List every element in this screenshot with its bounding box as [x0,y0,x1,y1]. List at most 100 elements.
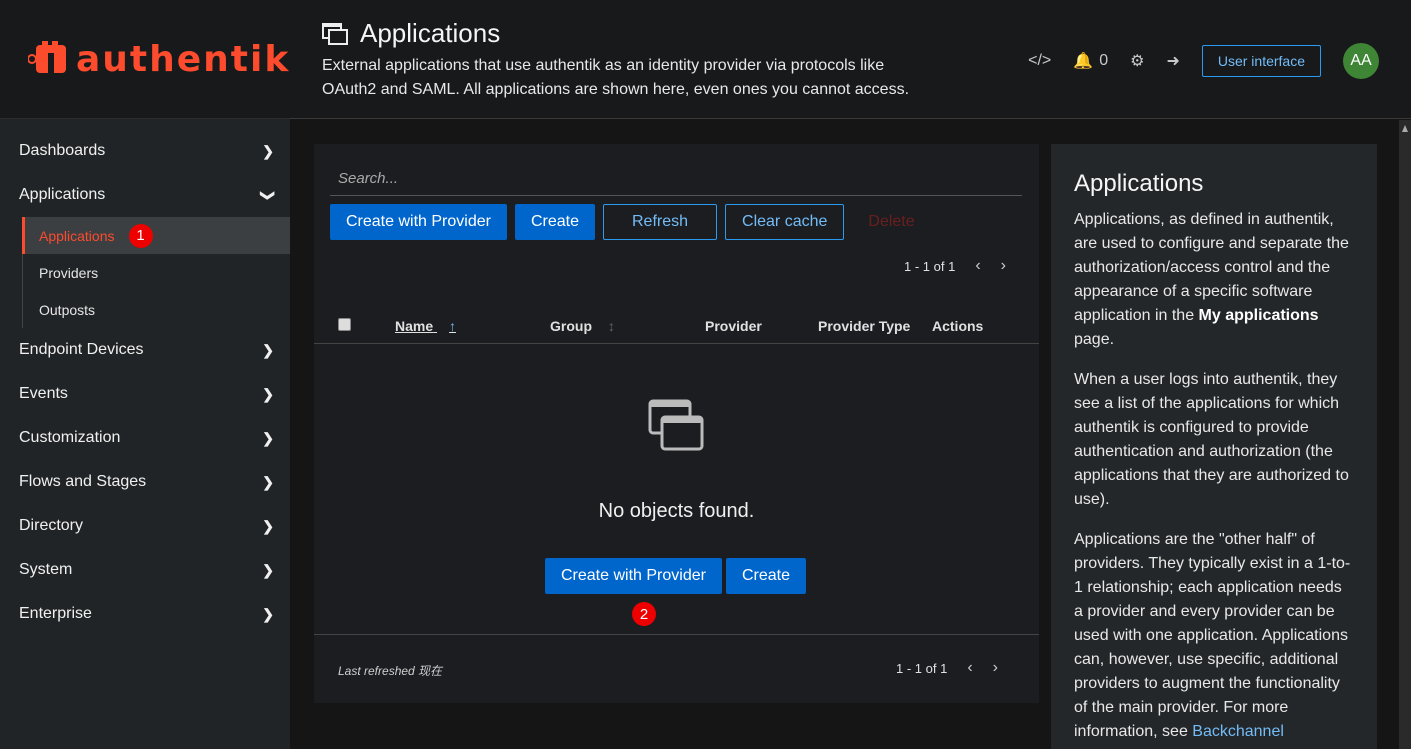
pagination-text: 1 - 1 of 1 [904,258,956,274]
sort-ascending-icon: ↑ [449,318,457,334]
brand-name: authentik [76,38,291,80]
empty-create-button[interactable]: Create [725,558,806,594]
pagination-top: 1 - 1 of 1 ‹ › [904,257,1006,275]
subnav-item-label: Providers [39,264,99,281]
help-paragraph: When a user logs into authentik, they se… [1074,371,1349,508]
chevron-right-icon: ❯ [262,605,274,622]
brand-logo: authentik [28,39,290,80]
column-name[interactable]: Name ↑ [395,318,456,334]
sidebar: authentik Dashboards ❯ Applications ❯ Ap… [0,0,290,749]
notifications-button[interactable]: 🔔 0 [1073,51,1108,71]
table-toolbar: Create with Provider Create Refresh Clea… [330,204,931,240]
header-tools: </> 🔔 0 ⚙ ➜ User interface AA [1028,43,1379,79]
annotation-badge: 2 [632,602,656,626]
column-label: Name [395,318,434,334]
help-paragraph: Applications are the "other half" of pro… [1074,528,1354,744]
chevron-right-icon: ❯ [262,517,274,534]
chevron-right-icon: ❯ [262,385,274,402]
help-text: Applications are the "other half" of pro… [1074,531,1351,740]
user-interface-button[interactable]: User interface [1201,45,1321,77]
sidebar-item-label: Events [19,385,68,402]
api-browser-icon[interactable]: </> [1028,52,1051,70]
chevron-left-icon[interactable]: ‹ [975,257,980,275]
sidebar-item-enterprise[interactable]: Enterprise ❯ [0,592,290,636]
sidebar-item-label: System [19,561,73,578]
empty-create-with-provider-button[interactable]: Create with Provider [545,558,722,594]
gear-icon[interactable]: ⚙ [1130,51,1144,71]
create-button[interactable]: Create [514,204,595,240]
sidebar-item-label: Dashboards [19,142,106,159]
main-content: Search... Create with Provider Create Re… [290,120,1411,749]
refresh-button[interactable]: Refresh [602,204,718,240]
logout-icon[interactable]: ➜ [1166,51,1179,71]
applications-subnav: Applications 1 Providers Outposts [22,217,290,328]
sidebar-item-label: Customization [19,429,121,446]
create-with-provider-button[interactable]: Create with Provider [330,204,507,240]
avatar[interactable]: AA [1343,43,1379,79]
empty-state-icon [648,399,704,451]
subnav-item-providers[interactable]: Providers [23,254,290,291]
chevron-right-icon[interactable]: › [993,659,998,677]
page-header: Applications External applications that … [290,0,1411,119]
chevron-right-icon: ❯ [262,429,274,446]
empty-state-actions: Create with Provider Create [545,558,806,594]
last-refreshed-text: Last refreshed 现在 [338,664,443,678]
chevron-right-icon[interactable]: › [1001,257,1006,275]
sidebar-item-events[interactable]: Events ❯ [0,372,290,416]
delete-button: Delete [868,213,915,230]
applications-icon [322,22,348,45]
page-title: Applications [322,18,500,49]
sidebar-item-customization[interactable]: Customization ❯ [0,416,290,460]
notifications-count: 0 [1099,52,1109,69]
chevron-down-icon: ❯ [260,189,277,201]
column-provider: Provider [705,318,762,334]
applications-table-card: Search... Create with Provider Create Re… [314,144,1039,703]
select-all-checkbox[interactable] [338,318,351,331]
subnav-item-outposts[interactable]: Outposts [23,291,290,328]
brand[interactable]: authentik [0,0,290,119]
authentik-logo-icon [28,41,66,73]
sidebar-item-label: Directory [19,517,84,534]
chevron-right-icon: ❯ [262,341,274,358]
app-root: authentik Dashboards ❯ Applications ❯ Ap… [0,0,1411,749]
chevron-right-icon: ❯ [262,561,274,578]
column-provider-type: Provider Type [818,318,911,334]
sidebar-item-system[interactable]: System ❯ [0,548,290,592]
sidebar-item-label: Endpoint Devices [19,341,144,358]
column-actions: Actions [932,318,984,334]
pagination-text: 1 - 1 of 1 [896,660,948,676]
empty-state-text: No objects found. [598,500,755,522]
column-label: Group [550,318,592,334]
sidebar-item-label: Flows and Stages [19,473,147,490]
backchannel-link[interactable]: Backchannel [1192,723,1284,740]
sidebar-item-label: Applications [19,186,106,203]
bell-icon: 🔔 [1073,53,1094,70]
help-paragraph: Applications, as defined in authentik, a… [1074,208,1354,352]
sidebar-item-flows-and-stages[interactable]: Flows and Stages ❯ [0,460,290,504]
chevron-right-icon: ❯ [262,142,274,159]
table-footer: Last refreshed 现在 1 - 1 of 1 ‹ › [314,634,1039,703]
sidebar-nav: Dashboards ❯ Applications ❯ Applications… [0,119,290,636]
sidebar-item-directory[interactable]: Directory ❯ [0,504,290,548]
chevron-left-icon[interactable]: ‹ [967,659,972,677]
search-input[interactable]: Search... [330,164,1022,196]
annotation-badge: 1 [128,223,153,248]
clear-cache-button[interactable]: Clear cache [725,204,845,240]
help-title: Applications [1074,170,1204,197]
subnav-item-label: Applications [39,227,115,244]
sidebar-item-applications[interactable]: Applications ❯ [0,173,290,217]
help-text: page. [1074,331,1115,348]
help-panel: Applications Applications, as defined in… [1051,144,1377,749]
chevron-right-icon: ❯ [262,473,274,490]
subnav-item-applications[interactable]: Applications 1 [22,217,290,254]
column-group[interactable]: Group ↕ [550,318,615,334]
sidebar-item-dashboards[interactable]: Dashboards ❯ [0,129,290,173]
page-title-text: Applications [360,18,501,48]
pagination-bottom: 1 - 1 of 1 ‹ › [896,659,998,677]
subnav-item-label: Outposts [39,301,96,318]
page-scrollbar[interactable] [1399,120,1411,749]
scroll-up-icon[interactable] [1402,124,1408,134]
sidebar-item-endpoint-devices[interactable]: Endpoint Devices ❯ [0,328,290,372]
sidebar-item-label: Enterprise [19,605,92,622]
page-description: External applications that use authentik… [322,57,910,98]
